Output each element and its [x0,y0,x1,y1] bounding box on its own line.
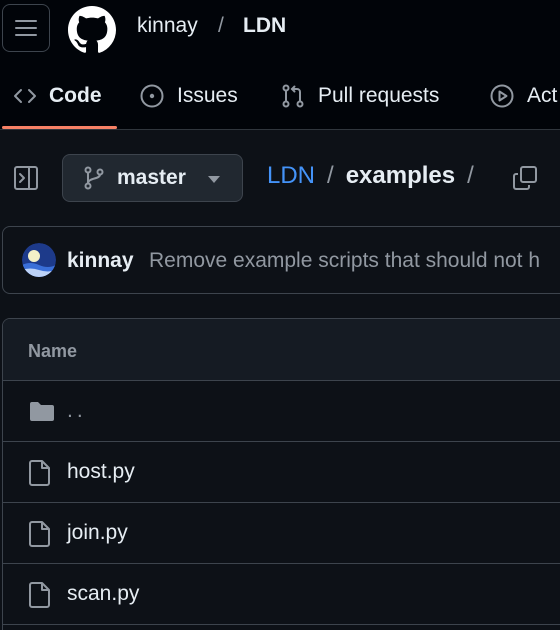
tab-label: Code [49,84,102,107]
tab-label: Issues [177,84,238,107]
avatar[interactable] [22,243,56,277]
tab-label: Act [527,84,558,107]
file-table: Name .. host.py join.py scan.py [2,318,560,630]
folder-icon [30,402,54,421]
repo-header: kinnay / LDN Code Issues Pull requests A… [0,0,560,130]
branch-name: master [117,166,186,189]
tab-actions[interactable]: Act [489,80,557,112]
file-name-link[interactable]: scan.py [67,582,139,606]
commit-message[interactable]: Remove example scripts that should not h [149,249,540,273]
file-icon [29,521,50,547]
path-separator: / [467,162,474,189]
table-row[interactable]: scan.py [3,564,560,625]
repo-tabs: Code Issues Pull requests Act [0,64,560,130]
path-current-folder: examples [345,162,456,189]
file-name-link[interactable]: host.py [67,460,135,484]
tab-code[interactable]: Code [13,80,102,112]
table-header: Name [3,319,560,381]
file-path-breadcrumb: LDN / examples / [267,162,486,190]
file-name-link[interactable]: join.py [67,521,128,545]
tab-label: Pull requests [318,84,440,107]
latest-commit-box: kinnay Remove example scripts that shoul… [2,226,560,294]
menu-button[interactable] [2,4,50,52]
copy-icon[interactable] [512,165,538,191]
repo-link[interactable]: LDN [243,14,286,38]
table-row[interactable]: join.py [3,503,560,564]
file-icon [29,460,50,486]
parent-directory-link[interactable]: .. [67,399,87,423]
play-icon [490,84,514,108]
parent-directory-row[interactable]: .. [3,381,560,442]
commit-author[interactable]: kinnay [67,249,134,273]
file-icon [29,582,50,608]
hamburger-icon [15,20,37,36]
tab-pull-requests[interactable]: Pull requests [280,80,439,112]
git-pull-request-icon [282,84,304,108]
breadcrumb-separator: / [218,14,224,37]
triangle-down-icon [208,176,220,183]
code-icon [14,89,36,103]
git-branch-icon [84,166,104,190]
tab-issues[interactable]: Issues [139,80,238,112]
branch-selector[interactable]: master [62,154,243,202]
issue-opened-icon [140,84,164,108]
path-repo-link[interactable]: LDN [267,162,315,190]
selected-tab-indicator [2,126,117,129]
path-separator: / [327,162,334,189]
github-logo-icon[interactable] [68,6,116,54]
table-row[interactable]: host.py [3,442,560,503]
sidebar-expand-icon[interactable] [12,164,40,192]
owner-link[interactable]: kinnay [137,14,198,38]
name-column-header: Name [28,341,78,361]
